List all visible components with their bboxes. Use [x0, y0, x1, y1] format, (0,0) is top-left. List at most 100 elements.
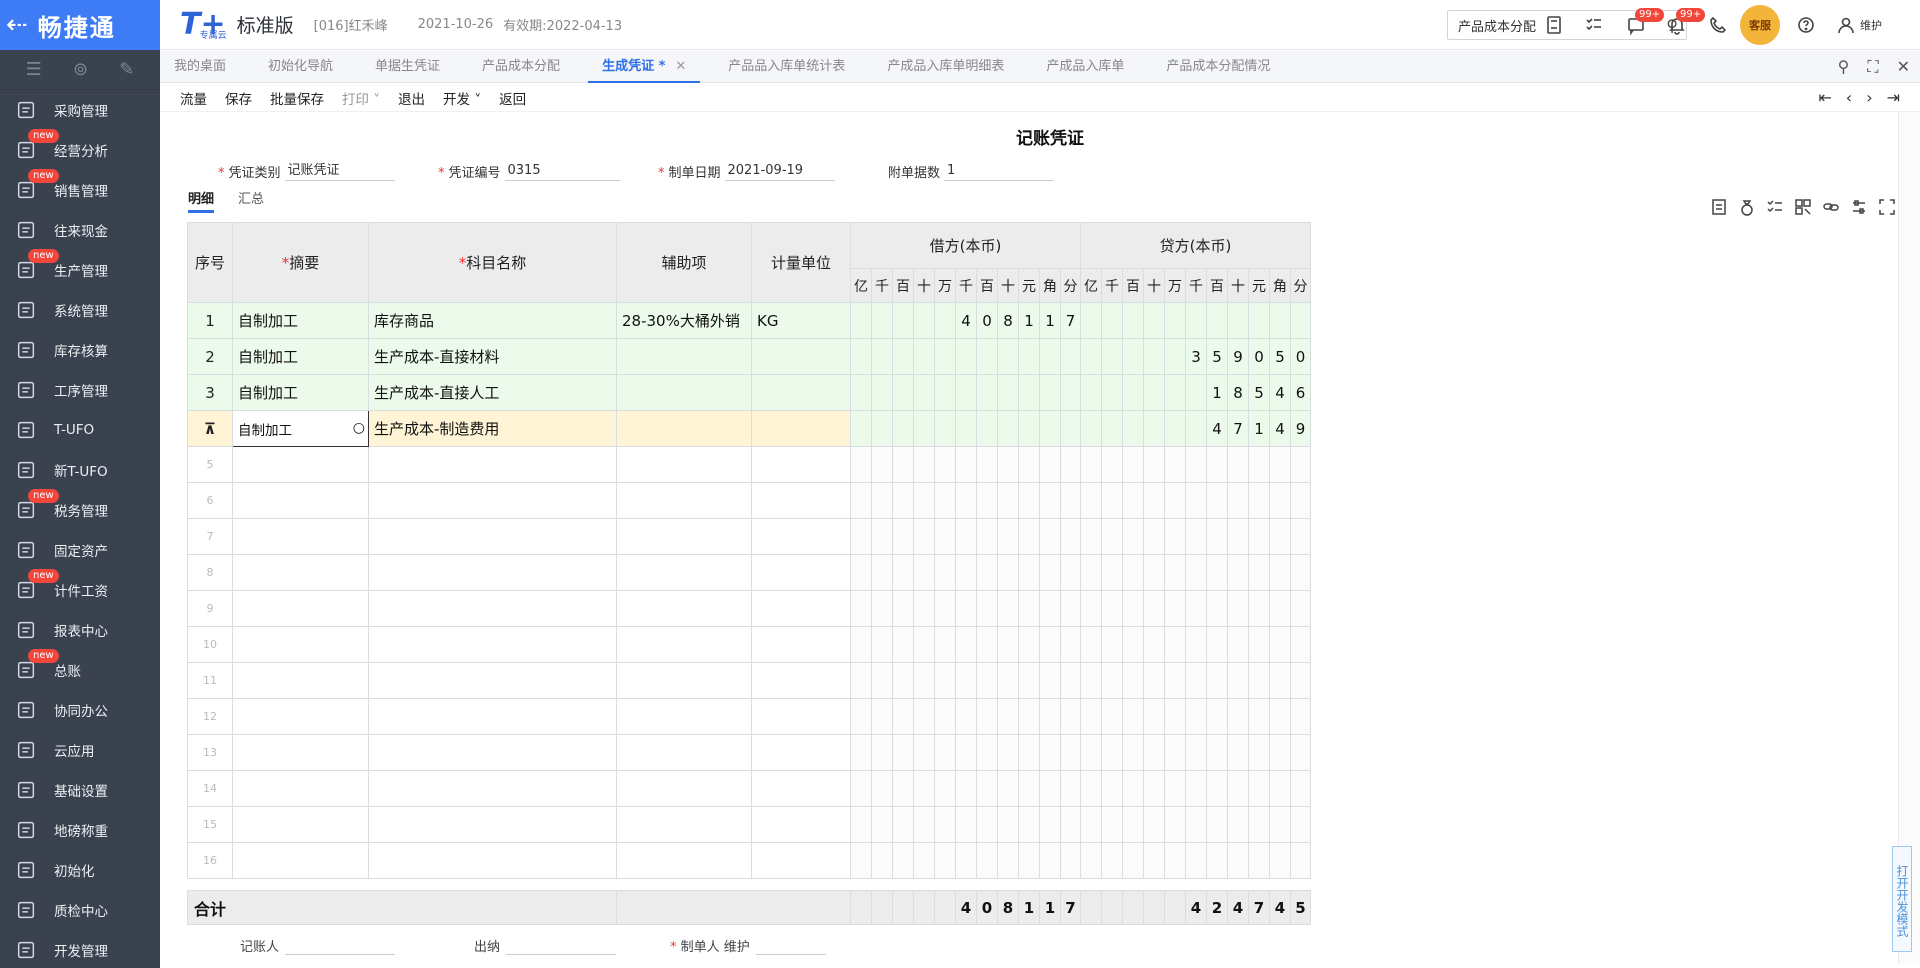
debit-digit-cell[interactable]: [850, 806, 872, 843]
debit-digit-cell[interactable]: [871, 590, 893, 627]
debit-digit-cell[interactable]: [997, 410, 1019, 447]
aux-cell[interactable]: [616, 842, 752, 879]
debit-digit-cell[interactable]: 4: [955, 302, 977, 339]
debit-digit-cell[interactable]: [850, 554, 872, 591]
credit-digit-cell[interactable]: [1101, 410, 1123, 447]
bell-icon[interactable]: 99+: [1666, 8, 1706, 36]
debit-digit-cell[interactable]: [1039, 446, 1061, 483]
credit-digit-cell[interactable]: [1080, 374, 1102, 411]
credit-digit-cell[interactable]: [1122, 302, 1144, 339]
credit-digit-cell[interactable]: [1101, 446, 1123, 483]
credit-digit-cell[interactable]: [1269, 518, 1291, 555]
credit-digit-cell[interactable]: [1185, 482, 1207, 519]
credit-digit-cell[interactable]: [1080, 626, 1102, 663]
bookkeeper-field[interactable]: 记账人: [240, 936, 396, 955]
tab-2[interactable]: 初始化导航: [254, 51, 347, 83]
debit-digit-cell[interactable]: [1060, 590, 1081, 627]
sidebar-item-4[interactable]: 往来现金: [0, 210, 160, 250]
credit-digit-cell[interactable]: 4: [1269, 410, 1291, 447]
credit-digit-cell[interactable]: [1206, 590, 1228, 627]
debit-digit-cell[interactable]: [997, 554, 1019, 591]
sidebar-item-16[interactable]: 协同办公: [0, 690, 160, 730]
credit-digit-cell[interactable]: [1164, 338, 1186, 375]
credit-digit-cell[interactable]: 7: [1227, 410, 1249, 447]
credit-digit-cell[interactable]: [1143, 626, 1165, 663]
debit-digit-cell[interactable]: [997, 662, 1019, 699]
credit-digit-cell[interactable]: [1206, 446, 1228, 483]
sidebar-item-2[interactable]: 经营分析 new: [0, 129, 160, 170]
debit-digit-cell[interactable]: [934, 302, 956, 339]
credit-digit-cell[interactable]: [1101, 662, 1123, 699]
debit-digit-cell[interactable]: [934, 806, 956, 843]
credit-digit-cell[interactable]: [1185, 410, 1207, 447]
summary-cell[interactable]: [232, 518, 369, 555]
summary-input[interactable]: 自制加工 ○: [232, 410, 369, 447]
credit-digit-cell[interactable]: [1206, 302, 1228, 339]
aux-cell[interactable]: [616, 662, 752, 699]
debit-digit-cell[interactable]: [892, 518, 914, 555]
sidebar-item-5[interactable]: 生产管理 new: [0, 249, 160, 290]
aux-cell[interactable]: [616, 446, 752, 483]
credit-digit-cell[interactable]: [1269, 446, 1291, 483]
credit-digit-cell[interactable]: [1248, 698, 1270, 735]
credit-digit-cell[interactable]: [1080, 842, 1102, 879]
tab-summary[interactable]: 汇总: [238, 188, 264, 213]
account-cell[interactable]: 生产成本-直接人工: [368, 374, 617, 411]
debit-digit-cell[interactable]: [913, 626, 935, 663]
credit-digit-cell[interactable]: [1290, 302, 1311, 339]
credit-digit-cell[interactable]: [1122, 338, 1144, 375]
tab-9[interactable]: 产品成本分配情况: [1152, 51, 1284, 83]
debit-digit-cell[interactable]: [955, 734, 977, 771]
credit-digit-cell[interactable]: [1185, 662, 1207, 699]
debit-digit-cell[interactable]: [1018, 518, 1040, 555]
account-cell[interactable]: [368, 446, 617, 483]
debit-digit-cell[interactable]: [850, 302, 872, 339]
credit-digit-cell[interactable]: [1269, 626, 1291, 663]
debit-digit-cell[interactable]: [1018, 806, 1040, 843]
credit-digit-cell[interactable]: [1080, 590, 1102, 627]
insert-row-icon[interactable]: [1710, 198, 1728, 220]
expand-icon[interactable]: ⛶: [1867, 57, 1878, 77]
credit-digit-cell[interactable]: [1227, 806, 1249, 843]
credit-digit-cell[interactable]: [1185, 446, 1207, 483]
credit-digit-cell[interactable]: [1290, 662, 1311, 699]
empty-row[interactable]: 8: [187, 554, 1311, 591]
debit-digit-cell[interactable]: [850, 770, 872, 807]
credit-digit-cell[interactable]: [1206, 662, 1228, 699]
debit-digit-cell[interactable]: [997, 698, 1019, 735]
sidebar-item-15[interactable]: 总账 new: [0, 649, 160, 690]
debit-digit-cell[interactable]: [934, 590, 956, 627]
credit-digit-cell[interactable]: [1227, 842, 1249, 879]
money-bag-icon[interactable]: [1738, 198, 1756, 220]
credit-digit-cell[interactable]: [1122, 770, 1144, 807]
debit-digit-cell[interactable]: [1018, 734, 1040, 771]
credit-digit-cell[interactable]: [1164, 410, 1186, 447]
debit-digit-cell[interactable]: [955, 338, 977, 375]
credit-digit-cell[interactable]: [1248, 626, 1270, 663]
cashier-field[interactable]: 出纳: [474, 936, 617, 955]
credit-digit-cell[interactable]: [1122, 734, 1144, 771]
debit-digit-cell[interactable]: [1039, 338, 1061, 375]
debit-digit-cell[interactable]: [976, 734, 998, 771]
credit-digit-cell[interactable]: [1080, 698, 1102, 735]
debit-digit-cell[interactable]: [934, 662, 956, 699]
tab-8[interactable]: 产成品入库单: [1032, 51, 1138, 83]
debit-digit-cell[interactable]: [892, 734, 914, 771]
debit-digit-cell[interactable]: [997, 374, 1019, 411]
credit-digit-cell[interactable]: [1269, 302, 1291, 339]
tab-4[interactable]: 产品成本分配: [468, 51, 574, 83]
debit-digit-cell[interactable]: [850, 482, 872, 519]
debit-digit-cell[interactable]: [871, 302, 893, 339]
sidebar-item-9[interactable]: T-UFO: [0, 410, 160, 450]
debit-digit-cell[interactable]: [871, 482, 893, 519]
debit-digit-cell[interactable]: [850, 662, 872, 699]
debit-digit-cell[interactable]: [871, 374, 893, 411]
debit-digit-cell[interactable]: [976, 374, 998, 411]
credit-digit-cell[interactable]: [1185, 806, 1207, 843]
last-record-icon[interactable]: ⇥: [1887, 88, 1900, 107]
summary-cell[interactable]: 自制加工: [232, 374, 369, 411]
credit-digit-cell[interactable]: 1: [1206, 374, 1228, 411]
aux-cell[interactable]: [616, 518, 752, 555]
summary-cell[interactable]: 自制加工: [232, 338, 369, 375]
credit-digit-cell[interactable]: [1143, 482, 1165, 519]
